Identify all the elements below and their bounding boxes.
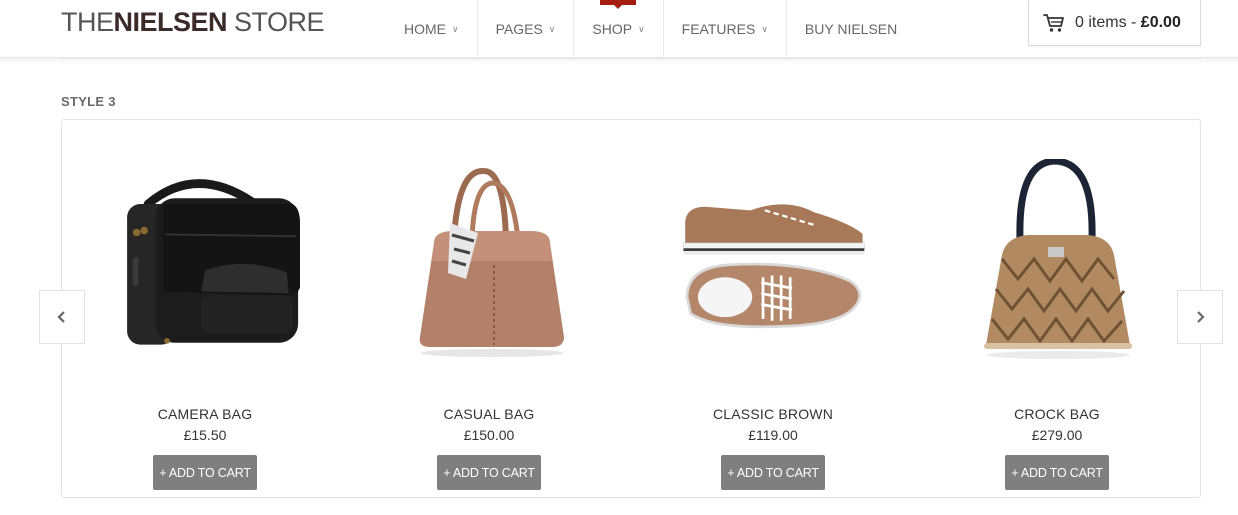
carousel-next-button[interactable] [1177,290,1223,344]
carousel-prev-button[interactable] [39,290,85,344]
product-name[interactable]: CASUAL BAG [394,406,584,422]
nav-item-label: BUY NIELSEN [804,21,898,37]
active-nav-marker [600,0,637,9]
product-image-crock-bag[interactable] [962,156,1152,366]
chevron-right-icon [1197,311,1205,323]
main-nav: HOME ∨ PAGES ∨ SHOP ∨ FEATURES ∨ BUY NIE… [386,0,915,58]
logo-word-the: THE [61,7,114,37]
product-name[interactable]: CAMERA BAG [110,406,300,422]
cart-total: £0.00 [1140,13,1181,31]
chevron-down-icon: ∨ [452,23,459,34]
add-to-cart-button[interactable]: + ADD TO CART [721,455,825,490]
add-to-cart-button[interactable]: + ADD TO CART [153,455,257,490]
chevron-left-icon [57,311,65,323]
logo-word-nielsen: NIELSEN [113,7,228,37]
chevron-down-icon: ∨ [638,23,645,34]
add-to-cart-button[interactable]: + ADD TO CART [1005,455,1109,490]
nav-item-buy-nielsen[interactable]: BUY NIELSEN [787,0,915,58]
add-to-cart-button[interactable]: + ADD TO CART [437,455,541,490]
product-price: £279.00 [1031,427,1083,443]
site-header: THENIELSEN STORE HOME ∨ PAGES ∨ SHOP ∨ F… [0,0,1238,58]
product-image-camera-bag[interactable] [110,156,300,366]
product-price: £15.50 [183,427,227,443]
cart-items-text: 0 items - [1075,13,1137,31]
chevron-down-icon: ∨ [548,23,556,34]
product-name[interactable]: CROCK BAG [962,406,1152,422]
section-title: STYLE 3 [61,94,116,109]
product-price: £119.00 [748,427,798,443]
cart-summary[interactable]: 0 items - £0.00 [1028,0,1201,46]
store-logo[interactable]: THENIELSEN STORE [61,6,325,38]
divider [61,58,1201,59]
chevron-down-icon: ∨ [761,23,768,34]
logo-word-store: STORE [234,7,325,37]
product-carousel: CAMERA BAG £15.50 + ADD TO CART CASUAL B… [61,119,1201,498]
product-price: £150.00 [463,427,515,443]
nav-item-label: FEATURES [681,21,756,37]
product-image-classic-brown[interactable] [678,156,868,366]
nav-item-features[interactable]: FEATURES ∨ [664,0,787,58]
cart-icon [1043,13,1064,32]
nav-item-pages[interactable]: PAGES ∨ [478,0,575,58]
nav-item-label: PAGES [495,21,543,37]
product-image-casual-bag[interactable] [394,156,584,366]
nav-item-label: SHOP [592,21,633,37]
product-name[interactable]: CLASSIC BROWN [678,406,868,422]
nav-item-home[interactable]: HOME ∨ [386,0,478,58]
nav-item-label: HOME [404,21,446,37]
nav-item-shop[interactable]: SHOP ∨ [574,0,664,58]
